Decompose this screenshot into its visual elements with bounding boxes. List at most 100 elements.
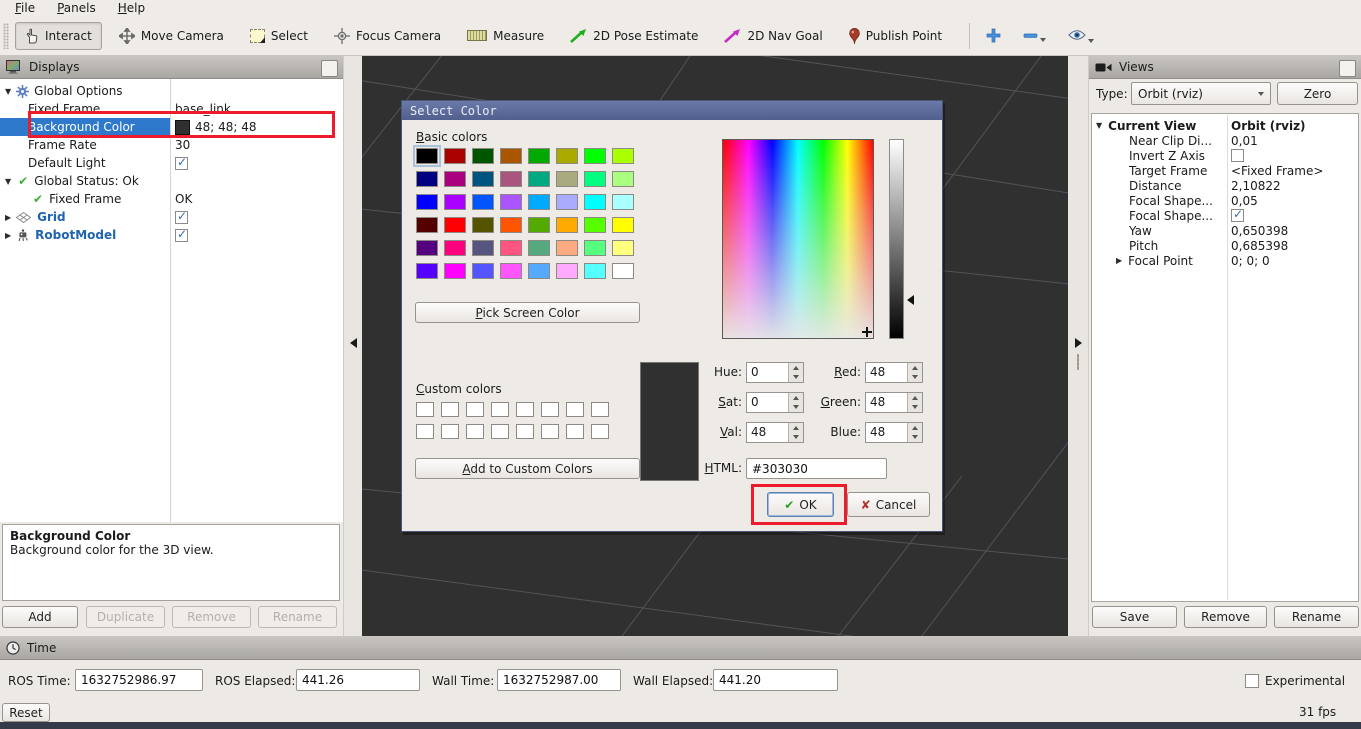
3d-viewport[interactable]: Select Color Basic colors Pick Screen Co… xyxy=(362,56,1068,636)
view-row-yaw[interactable]: Yaw 0,650398 xyxy=(1092,223,1358,238)
cancel-button[interactable]: ✘ Cancel xyxy=(847,492,930,517)
color-swatch[interactable] xyxy=(528,194,550,210)
publish-point-tool-button[interactable]: Publish Point xyxy=(840,23,951,49)
reset-button[interactable]: Reset xyxy=(2,703,50,722)
color-swatch[interactable] xyxy=(466,402,484,417)
interact-tool-button[interactable]: Interact xyxy=(15,22,102,50)
pose-estimate-tool-button[interactable]: 2D Pose Estimate xyxy=(561,24,707,48)
color-swatch[interactable] xyxy=(516,402,534,417)
color-swatch[interactable] xyxy=(500,240,522,256)
green-value[interactable]: 48 xyxy=(866,393,907,412)
color-swatch[interactable] xyxy=(500,194,522,210)
row-value[interactable]: 48; 48; 48 xyxy=(175,120,257,135)
visibility-button[interactable] xyxy=(1062,25,1100,47)
view-row-focal-point[interactable]: ▶ Focal Point 0; 0; 0 xyxy=(1092,253,1358,268)
color-swatch[interactable] xyxy=(541,402,559,417)
row-value[interactable]: 0,685398 xyxy=(1231,239,1288,253)
menu-panels[interactable]: Panels xyxy=(48,1,105,15)
color-swatch[interactable] xyxy=(556,171,578,187)
color-swatch[interactable] xyxy=(416,171,438,187)
color-swatch[interactable] xyxy=(500,148,522,164)
view-row-focal-shape-size[interactable]: Focal Shape... 0,05 xyxy=(1092,193,1358,208)
time-panel-header[interactable]: Time xyxy=(0,636,1361,660)
experimental-checkbox[interactable] xyxy=(1245,674,1259,688)
row-value[interactable]: 0,05 xyxy=(1231,194,1258,208)
select-tool-button[interactable]: Select xyxy=(241,24,317,48)
val-spinbox[interactable]: 48 xyxy=(746,422,804,443)
spin-down-icon[interactable] xyxy=(908,433,922,443)
view-row-invert-z[interactable]: Invert Z Axis xyxy=(1092,148,1358,163)
collapse-arrow-icon[interactable]: ▶ xyxy=(5,231,11,240)
sat-spinbox[interactable]: 0 xyxy=(746,392,804,413)
color-swatch[interactable] xyxy=(584,194,606,210)
default-light-checkbox[interactable] xyxy=(175,157,188,170)
color-swatch[interactable] xyxy=(528,171,550,187)
spin-up-icon[interactable] xyxy=(908,423,922,433)
wall-time-input[interactable] xyxy=(497,669,621,691)
views-float-button[interactable] xyxy=(1339,60,1356,77)
tree-row-background-color[interactable]: Background Color 48; 48; 48 xyxy=(0,118,343,136)
grid-enabled-checkbox[interactable] xyxy=(175,211,188,224)
color-swatch[interactable] xyxy=(612,194,634,210)
value-slider[interactable] xyxy=(889,139,904,339)
color-swatch[interactable] xyxy=(516,424,534,439)
wall-elapsed-input[interactable] xyxy=(713,669,838,691)
row-value[interactable]: 30 xyxy=(175,138,190,152)
color-swatch[interactable] xyxy=(416,240,438,256)
zoom-in-button[interactable] xyxy=(980,24,1007,47)
spin-up-icon[interactable] xyxy=(789,393,803,403)
color-swatch[interactable] xyxy=(500,171,522,187)
view-row-target-frame[interactable]: Target Frame <Fixed Frame> xyxy=(1092,163,1358,178)
color-swatch[interactable] xyxy=(528,240,550,256)
nav-goal-tool-button[interactable]: 2D Nav Goal xyxy=(715,24,831,48)
color-swatch[interactable] xyxy=(472,194,494,210)
measure-tool-button[interactable]: Measure xyxy=(458,24,553,48)
save-view-button[interactable]: Save xyxy=(1092,606,1177,628)
move-camera-tool-button[interactable]: Move Camera xyxy=(110,23,233,49)
red-value[interactable]: 48 xyxy=(866,363,907,382)
color-swatch[interactable] xyxy=(556,148,578,164)
spin-up-icon[interactable] xyxy=(908,363,922,373)
green-spinbox[interactable]: 48 xyxy=(865,392,923,413)
zoom-out-button[interactable] xyxy=(1017,24,1052,47)
spin-up-icon[interactable] xyxy=(908,393,922,403)
color-swatch[interactable] xyxy=(591,424,609,439)
color-swatch[interactable] xyxy=(444,171,466,187)
color-swatch[interactable] xyxy=(566,402,584,417)
color-swatch[interactable] xyxy=(500,217,522,233)
sat-value[interactable]: 0 xyxy=(747,393,788,412)
spin-up-icon[interactable] xyxy=(789,423,803,433)
color-swatch[interactable] xyxy=(500,263,522,279)
color-swatch[interactable] xyxy=(584,263,606,279)
color-swatch[interactable] xyxy=(472,171,494,187)
color-swatch[interactable] xyxy=(416,263,438,279)
tree-row-default-light[interactable]: Default Light xyxy=(0,154,343,172)
color-swatch[interactable] xyxy=(444,148,466,164)
tree-row-grid[interactable]: ▶ Grid xyxy=(0,208,343,226)
color-swatch[interactable] xyxy=(556,263,578,279)
invert-z-checkbox[interactable] xyxy=(1231,149,1244,162)
color-swatch[interactable] xyxy=(528,217,550,233)
color-swatch[interactable] xyxy=(591,402,609,417)
color-swatch[interactable] xyxy=(584,171,606,187)
color-swatch[interactable] xyxy=(444,217,466,233)
color-swatch[interactable] xyxy=(472,263,494,279)
spin-up-icon[interactable] xyxy=(789,363,803,373)
tree-row-global-options[interactable]: ▼ Global Options xyxy=(0,82,343,100)
color-swatch[interactable] xyxy=(416,217,438,233)
color-swatch[interactable] xyxy=(612,171,634,187)
color-swatch[interactable] xyxy=(472,240,494,256)
spin-down-icon[interactable] xyxy=(789,433,803,443)
ros-elapsed-input[interactable] xyxy=(296,669,420,691)
blue-value[interactable]: 48 xyxy=(866,423,907,442)
row-value[interactable]: <Fixed Frame> xyxy=(1231,164,1323,178)
collapse-left-arrow-icon[interactable] xyxy=(350,338,357,348)
color-swatch[interactable] xyxy=(528,148,550,164)
row-value[interactable]: 2,10822 xyxy=(1231,179,1281,193)
view-row-current-view[interactable]: ▼ Current View Orbit (rviz) xyxy=(1092,118,1358,133)
hue-spinbox[interactable]: 0 xyxy=(746,362,804,383)
color-swatch[interactable] xyxy=(416,194,438,210)
row-value[interactable]: 0,01 xyxy=(1231,134,1258,148)
toolbar-drag-handle[interactable] xyxy=(3,23,9,49)
expand-arrow-icon[interactable]: ▼ xyxy=(5,177,11,186)
